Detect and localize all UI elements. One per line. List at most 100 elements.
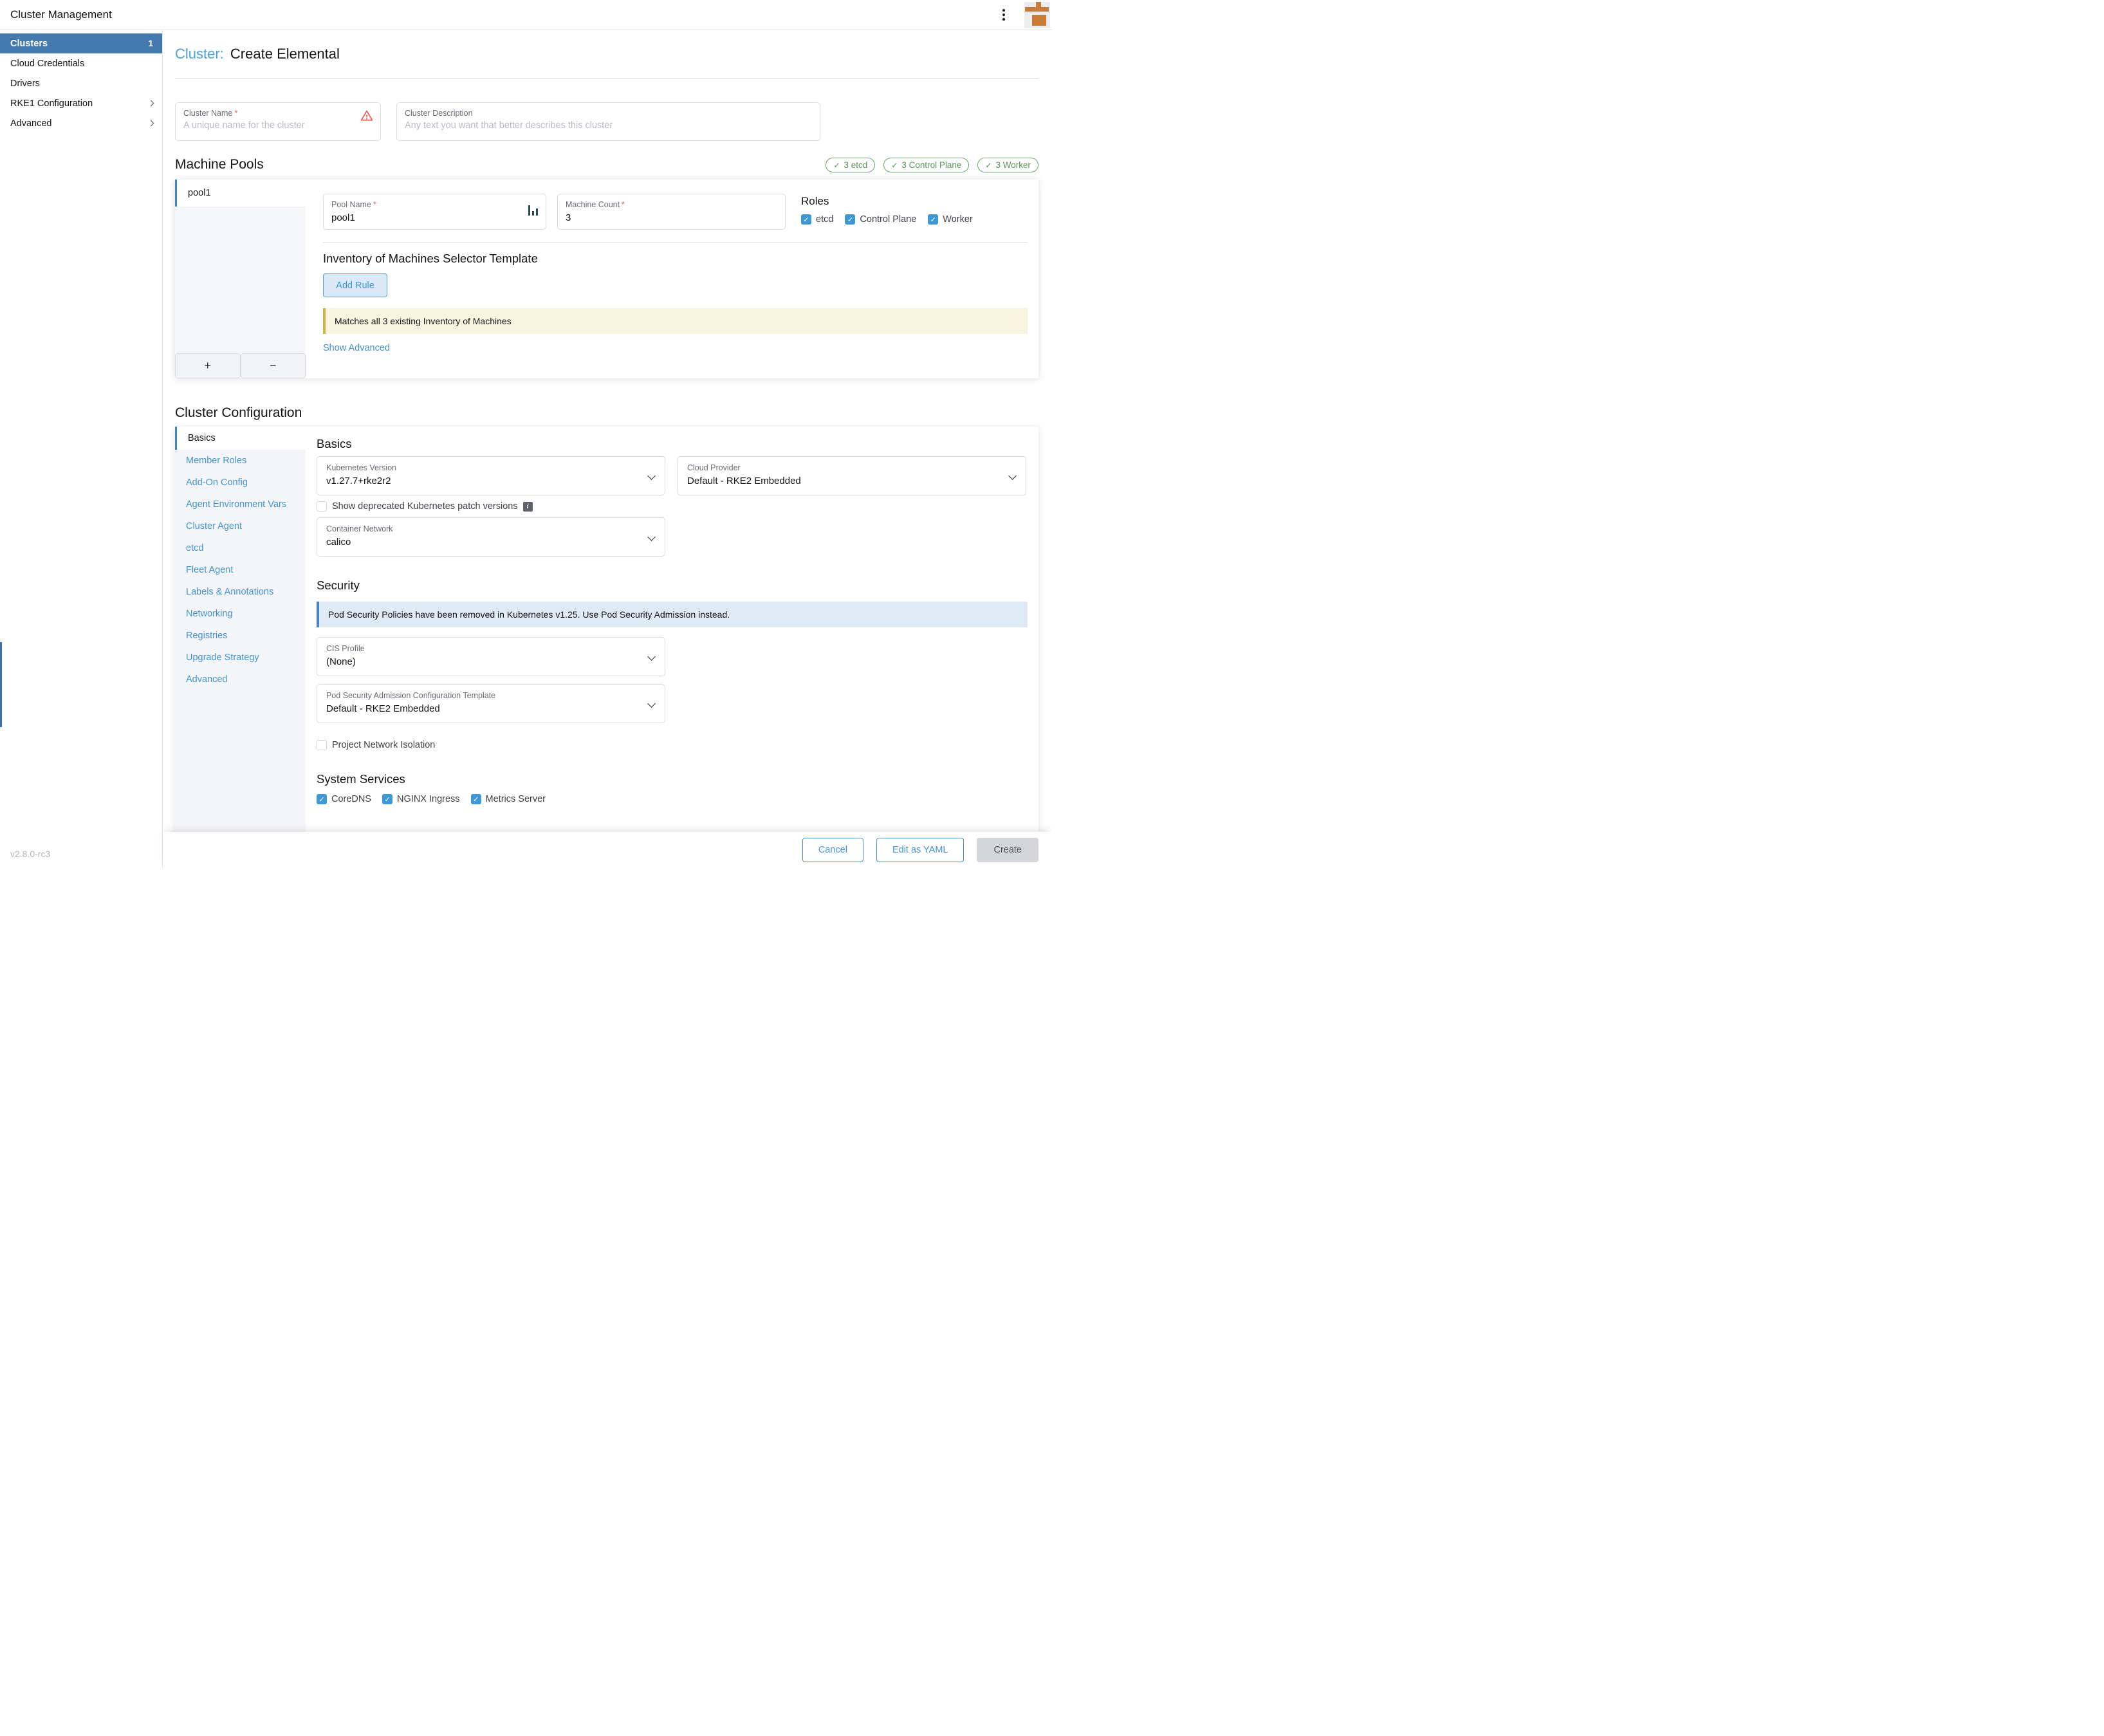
sidebar-item-cloud-credentials[interactable]: Cloud Credentials xyxy=(0,53,162,73)
info-icon[interactable]: i xyxy=(523,502,533,512)
config-tab-labels-annotations[interactable]: Labels & Annotations xyxy=(175,581,306,603)
cluster-configuration-heading: Cluster Configuration xyxy=(175,405,1038,421)
sidebar-item-clusters[interactable]: Clusters 1 xyxy=(0,33,162,53)
config-tab-basics[interactable]: Basics xyxy=(175,427,306,450)
matches-banner: Matches all 3 existing Inventory of Mach… xyxy=(323,308,1028,334)
nginx-ingress-checkbox[interactable] xyxy=(382,794,392,804)
pool-tab-pool1[interactable]: pool1 xyxy=(175,180,306,207)
cluster-description-field[interactable]: Cluster Description xyxy=(396,102,820,141)
clusters-count-badge: 1 xyxy=(148,39,153,48)
config-tab-agent-environment-vars[interactable]: Agent Environment Vars xyxy=(175,494,306,515)
pool-tab-column: pool1 + − xyxy=(175,180,306,378)
page-title: Cluster: Create Elemental xyxy=(175,46,1038,65)
action-footer: Cancel Edit as YAML Create xyxy=(163,832,1052,868)
config-tab-fleet-agent[interactable]: Fleet Agent xyxy=(175,559,306,581)
coredns-option: CoreDNS xyxy=(317,794,371,804)
avatar-pattern xyxy=(1025,7,1049,12)
remove-pool-button[interactable]: − xyxy=(241,353,306,378)
metrics-server-checkbox[interactable] xyxy=(471,794,481,804)
sidebar-item-drivers[interactable]: Drivers xyxy=(0,73,162,93)
kebab-menu-icon[interactable] xyxy=(997,4,1010,26)
psa-template-select[interactable]: Pod Security Admission Configuration Tem… xyxy=(317,684,665,723)
check-icon xyxy=(891,160,898,170)
cancel-button[interactable]: Cancel xyxy=(802,838,863,862)
config-tab-etcd[interactable]: etcd xyxy=(175,537,306,559)
config-tab-member-roles[interactable]: Member Roles xyxy=(175,450,306,472)
kubernetes-version-select[interactable]: Kubernetes Version v1.27.7+rke2r2 xyxy=(317,456,665,495)
cluster-description-input[interactable] xyxy=(405,120,751,131)
cis-profile-select[interactable]: CIS Profile (None) xyxy=(317,637,665,676)
page-title-type: Cluster: xyxy=(175,46,224,62)
nginx-ingress-option: NGINX Ingress xyxy=(382,794,460,804)
project-network-isolation-label: Project Network Isolation xyxy=(332,740,435,750)
basics-heading: Basics xyxy=(317,437,1028,451)
config-tab-upgrade-strategy[interactable]: Upgrade Strategy xyxy=(175,647,306,669)
config-tab-advanced[interactable]: Advanced xyxy=(175,669,306,690)
machine-pool-panel: pool1 + − Pool Name* xyxy=(175,180,1038,378)
app-window: Cluster Management Clusters 1 Cloud Cred… xyxy=(0,0,1052,868)
etcd-checkbox[interactable] xyxy=(801,214,811,225)
bars-icon[interactable] xyxy=(528,205,538,216)
coredns-checkbox[interactable] xyxy=(317,794,327,804)
control-plane-checkbox[interactable] xyxy=(845,214,855,225)
etcd-count-badge: 3 etcd xyxy=(826,158,875,172)
page-title-action: Create Elemental xyxy=(230,46,340,62)
machine-count-value[interactable]: 3 xyxy=(566,212,777,223)
sidebar-item-label: Advanced xyxy=(10,118,52,129)
cluster-configuration-panel: Basics Member Roles Add-On Config Agent … xyxy=(175,427,1038,832)
config-tab-networking[interactable]: Networking xyxy=(175,603,306,625)
project-network-isolation-checkbox[interactable] xyxy=(317,740,327,750)
check-icon xyxy=(833,160,840,170)
sidebar: Clusters 1 Cloud Credentials Drivers RKE… xyxy=(0,30,163,868)
show-advanced-link[interactable]: Show Advanced xyxy=(323,343,390,353)
main-panel: Cluster: Create Elemental Cluster Name* xyxy=(163,30,1052,868)
pool-name-field[interactable]: Pool Name* pool1 xyxy=(323,194,546,230)
config-nav: Basics Member Roles Add-On Config Agent … xyxy=(175,427,306,832)
title-divider xyxy=(175,78,1038,79)
sidebar-item-advanced[interactable]: Advanced xyxy=(0,113,162,133)
user-avatar[interactable] xyxy=(1024,2,1050,28)
worker-checkbox[interactable] xyxy=(928,214,938,225)
metrics-server-option: Metrics Server xyxy=(471,794,546,804)
config-tab-add-on-config[interactable]: Add-On Config xyxy=(175,472,306,494)
control-plane-count-badge: 3 Control Plane xyxy=(883,158,969,172)
machine-pools-heading: Machine Pools xyxy=(175,157,264,172)
role-worker-option: Worker xyxy=(928,214,972,225)
check-icon xyxy=(985,160,992,170)
pool-tab-filler xyxy=(175,207,306,353)
cluster-name-field[interactable]: Cluster Name* xyxy=(175,102,381,141)
top-header: Cluster Management xyxy=(0,0,1052,30)
security-heading: Security xyxy=(317,578,1028,593)
pool-name-label: Pool Name* xyxy=(331,200,538,209)
version-label: v2.8.0-rc3 xyxy=(10,849,50,859)
edit-as-yaml-button[interactable]: Edit as YAML xyxy=(876,838,964,862)
machine-count-label: Machine Count* xyxy=(566,200,777,209)
show-deprecated-label: Show deprecated Kubernetes patch version… xyxy=(332,501,518,512)
sidebar-item-label: Clusters xyxy=(10,39,48,49)
sidebar-item-label: Drivers xyxy=(10,78,40,89)
avatar-pattern xyxy=(1032,15,1046,26)
pool-divider xyxy=(323,242,1028,243)
config-tab-cluster-agent[interactable]: Cluster Agent xyxy=(175,515,306,537)
pool-name-value[interactable]: pool1 xyxy=(331,212,538,223)
role-etcd-option: etcd xyxy=(801,214,833,225)
add-pool-button[interactable]: + xyxy=(175,353,241,378)
machine-count-field[interactable]: Machine Count* 3 xyxy=(557,194,786,230)
config-tab-registries[interactable]: Registries xyxy=(175,625,306,647)
worker-count-badge: 3 Worker xyxy=(977,158,1038,172)
create-button[interactable]: Create xyxy=(977,838,1038,862)
psp-removed-banner: Pod Security Policies have been removed … xyxy=(317,602,1028,627)
cloud-provider-select[interactable]: Cloud Provider Default - RKE2 Embedded xyxy=(678,456,1026,495)
container-network-select[interactable]: Container Network calico xyxy=(317,517,665,557)
sidebar-item-rke1-configuration[interactable]: RKE1 Configuration xyxy=(0,93,162,113)
header-title: Cluster Management xyxy=(0,8,112,21)
cluster-description-label: Cluster Description xyxy=(405,109,812,118)
show-deprecated-checkbox[interactable] xyxy=(317,501,327,512)
error-warning-icon xyxy=(360,109,373,125)
add-rule-button[interactable]: Add Rule xyxy=(323,273,387,297)
cluster-name-input[interactable] xyxy=(183,120,344,131)
cluster-name-label: Cluster Name* xyxy=(183,109,373,118)
sidebar-item-label: Cloud Credentials xyxy=(10,59,84,69)
selector-template-heading: Inventory of Machines Selector Template xyxy=(323,252,1028,266)
left-scroll-indicator[interactable] xyxy=(0,642,2,727)
